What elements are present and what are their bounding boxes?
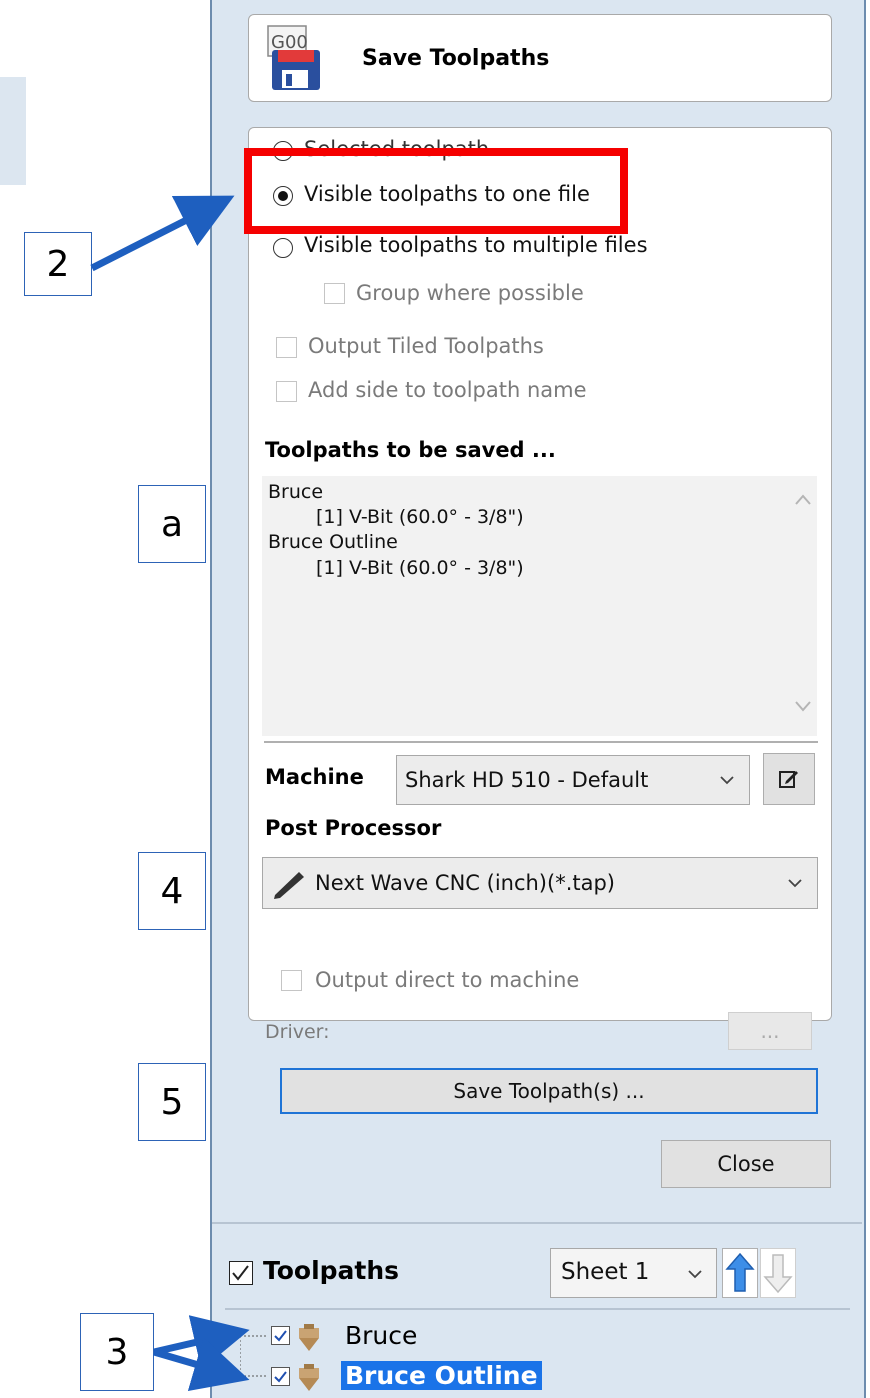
label-output-direct: Output direct to machine	[315, 968, 580, 992]
callout-4: 4	[138, 852, 206, 930]
label-output-tiled: Output Tiled Toolpaths	[308, 334, 544, 358]
callout-a: a	[138, 485, 206, 563]
pencil-icon	[274, 872, 304, 899]
close-button[interactable]: Close	[661, 1140, 831, 1188]
chevron-down-icon	[788, 879, 802, 888]
toolpaths-header-checkbox[interactable]	[229, 1261, 253, 1285]
sheet-select-value: Sheet 1	[561, 1259, 650, 1285]
checkmark-icon	[274, 1371, 287, 1383]
arrow-down-icon	[763, 1254, 793, 1294]
move-down-button[interactable]	[760, 1248, 796, 1298]
list-item-name-1: Bruce	[268, 481, 324, 503]
checkmark-icon	[274, 1330, 287, 1342]
toolpaths-header: Toolpaths	[263, 1256, 400, 1285]
edit-icon	[779, 771, 798, 788]
label-visible-multiple-files: Visible toolpaths to multiple files	[304, 233, 648, 257]
checkbox-output-tiled[interactable]	[276, 337, 297, 358]
tree-item-bruce-outline[interactable]: Bruce Outline	[341, 1361, 542, 1390]
label-add-side: Add side to toolpath name	[308, 378, 587, 402]
post-processor-value: Next Wave CNC (inch)(*.tap)	[315, 871, 615, 895]
chevron-down-icon	[720, 776, 734, 785]
driver-browse-button[interactable]: ...	[728, 1012, 812, 1050]
left-panel-fragment	[0, 77, 26, 185]
machine-select[interactable]: Shark HD 510 - Default	[396, 755, 750, 805]
callout-5: 5	[138, 1063, 206, 1141]
list-item-tool-1: [1] V-Bit (60.0° - 3/8")	[316, 506, 524, 528]
label-group-where-possible: Group where possible	[356, 281, 584, 305]
scroll-up-icon	[795, 494, 811, 505]
toolpaths-to-save-heading: Toolpaths to be saved ...	[265, 438, 556, 462]
separator	[264, 741, 818, 743]
checkbox-output-direct[interactable]	[281, 970, 302, 991]
tree-item-bruce[interactable]: Bruce	[345, 1321, 417, 1350]
toolpath-bit-icon	[299, 1364, 319, 1391]
list-scrollbar[interactable]	[790, 476, 816, 736]
list-item-tool-2: [1] V-Bit (60.0° - 3/8")	[316, 557, 524, 579]
g00-save-icon: G00	[264, 24, 326, 92]
checkbox-add-side[interactable]	[276, 381, 297, 402]
checkmark-icon	[232, 1265, 249, 1281]
post-processor-select[interactable]: Next Wave CNC (inch)(*.tap)	[262, 857, 818, 909]
scroll-down-icon	[795, 701, 811, 712]
panel-divider	[212, 1222, 862, 1224]
callout-2: 2	[24, 232, 92, 296]
toolpaths-divider	[225, 1308, 850, 1310]
red-highlight-box	[244, 148, 628, 234]
svg-text:G00: G00	[271, 32, 308, 53]
post-processor-label: Post Processor	[265, 816, 442, 840]
chevron-down-icon	[688, 1270, 702, 1279]
list-item-name-2: Bruce Outline	[268, 531, 398, 553]
machine-select-value: Shark HD 510 - Default	[405, 768, 649, 792]
edit-machine-button[interactable]	[763, 753, 815, 805]
callout-3: 3	[80, 1313, 154, 1391]
move-up-button[interactable]	[722, 1248, 758, 1298]
tree-checkbox-bruce-outline[interactable]	[271, 1367, 290, 1386]
arrow-up-icon	[725, 1252, 755, 1292]
radio-visible-multiple-files[interactable]	[273, 238, 293, 258]
save-toolpaths-button[interactable]: Save Toolpath(s) ...	[280, 1068, 818, 1114]
sheet-select[interactable]: Sheet 1	[550, 1248, 717, 1298]
machine-label: Machine	[265, 765, 364, 789]
driver-label: Driver:	[265, 1021, 330, 1043]
toolpath-bit-icon	[299, 1324, 319, 1351]
dialog-title: Save Toolpaths	[362, 46, 550, 71]
tree-checkbox-bruce[interactable]	[271, 1326, 290, 1345]
checkbox-group-where-possible[interactable]	[324, 283, 345, 304]
